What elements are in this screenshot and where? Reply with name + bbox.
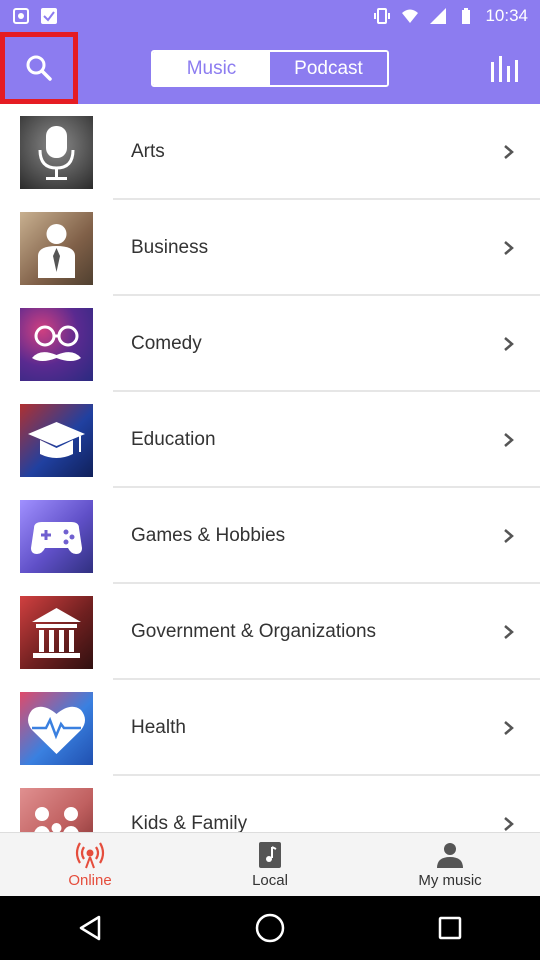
app-bar: Music Podcast <box>0 32 540 104</box>
family-icon <box>34 807 79 832</box>
list-item-label: Games & Hobbies <box>131 525 286 546</box>
health-thumbnail <box>20 692 93 765</box>
system-nav-bar <box>0 896 540 960</box>
recents-button[interactable] <box>430 908 470 948</box>
nav-my-music-label: My music <box>418 871 482 889</box>
notification-icon <box>13 8 29 24</box>
search-icon <box>26 55 52 81</box>
back-button[interactable] <box>70 908 110 948</box>
check-icon <box>41 8 57 24</box>
chevron-right-icon <box>504 817 514 831</box>
list-item-label: Education <box>131 429 216 450</box>
list-item-label: Government & Organizations <box>131 621 377 642</box>
podcast-category-list: Arts Business Comedy Education Games & H… <box>0 104 540 832</box>
arts-thumbnail <box>20 116 93 189</box>
graduation-cap-icon <box>28 422 85 458</box>
businessman-icon <box>38 224 75 278</box>
gamepad-icon <box>31 522 82 554</box>
nav-online[interactable]: Online <box>0 833 180 896</box>
kids-family-thumbnail <box>20 788 93 832</box>
nav-local-label: Local <box>252 871 288 889</box>
comedy-thumbnail <box>20 308 93 381</box>
radio-icon <box>75 841 105 868</box>
list-item-comedy[interactable]: Comedy <box>0 296 540 392</box>
vibrate-icon <box>374 8 391 24</box>
tab-podcast[interactable]: Podcast <box>270 52 387 85</box>
chevron-right-icon <box>504 145 514 159</box>
microphone-icon <box>38 126 75 180</box>
chevron-right-icon <box>504 241 514 255</box>
status-bar: 10:34 <box>0 0 540 32</box>
music-podcast-tabs: Music Podcast <box>151 50 389 87</box>
chevron-right-icon <box>504 337 514 351</box>
list-item-education[interactable]: Education <box>0 392 540 488</box>
list-item-label: Health <box>131 717 186 738</box>
home-icon <box>255 913 285 943</box>
games-hobbies-thumbnail <box>20 500 93 573</box>
list-item-label: Kids & Family <box>131 813 248 832</box>
status-time: 10:34 <box>485 6 528 25</box>
list-item-arts[interactable]: Arts <box>0 104 540 200</box>
signal-icon <box>430 8 447 24</box>
search-button[interactable] <box>0 32 78 104</box>
list-item-business[interactable]: Business <box>0 200 540 296</box>
heartbeat-icon <box>28 706 85 754</box>
chevron-right-icon <box>504 433 514 447</box>
chevron-right-icon <box>504 529 514 543</box>
chevron-right-icon <box>504 625 514 639</box>
list-item-label: Business <box>131 237 209 258</box>
music-file-icon <box>259 841 281 868</box>
nav-online-label: Online <box>68 871 112 889</box>
business-thumbnail <box>20 212 93 285</box>
nav-local[interactable]: Local <box>180 833 360 896</box>
government-thumbnail <box>20 596 93 669</box>
list-item-label: Comedy <box>131 333 202 354</box>
tab-music[interactable]: Music <box>153 52 270 85</box>
glasses-mustache-icon <box>32 325 81 361</box>
battery-icon <box>462 8 471 24</box>
list-item-health[interactable]: Health <box>0 680 540 776</box>
bottom-nav: Online Local My music <box>0 832 540 896</box>
person-icon <box>437 842 463 868</box>
education-thumbnail <box>20 404 93 477</box>
recents-icon <box>438 916 462 940</box>
list-item-kids-family[interactable]: Kids & Family <box>0 776 540 832</box>
back-icon <box>79 915 101 941</box>
list-item-government-organizations[interactable]: Government & Organizations <box>0 584 540 680</box>
building-icon <box>32 608 81 658</box>
list-item-games-hobbies[interactable]: Games & Hobbies <box>0 488 540 584</box>
nav-my-music[interactable]: My music <box>360 833 540 896</box>
home-button[interactable] <box>250 908 290 948</box>
wifi-icon <box>402 9 419 23</box>
list-item-label: Arts <box>131 141 165 162</box>
chevron-right-icon <box>504 721 514 735</box>
equalizer-icon[interactable] <box>488 54 520 84</box>
